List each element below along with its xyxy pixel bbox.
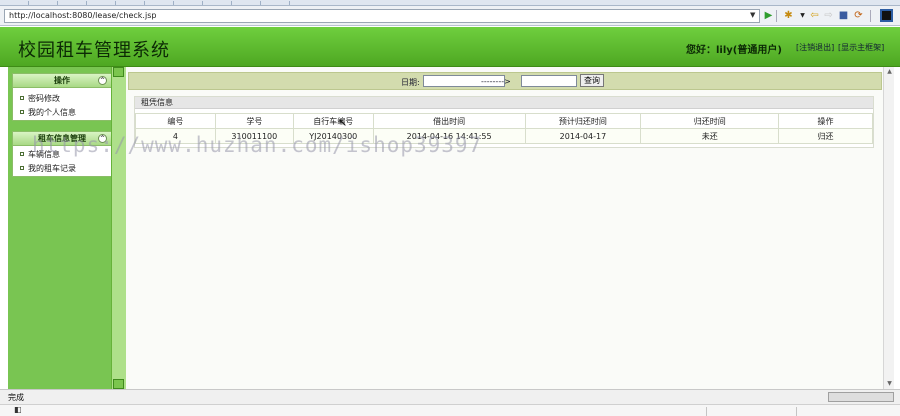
column-header: 预计归还时间 [524, 113, 642, 129]
back-icon[interactable]: ⇦ [809, 10, 820, 21]
splitter-handle-top[interactable] [113, 67, 124, 77]
status-icon: ◧ [14, 405, 22, 414]
return-action-link[interactable]: 归还 [778, 128, 873, 144]
sidebar-item-my-info[interactable]: 我的个人信息 [13, 106, 111, 120]
sidebar-item-my-rentals[interactable]: 我的租车记录 [13, 162, 111, 176]
system-title: 校园租车管理系统 [18, 40, 170, 61]
scroll-down-icon[interactable]: ▼ [884, 379, 895, 389]
column-header: 借出时间 [372, 113, 526, 129]
table-header-row: 编号 学号 自行车编号 借出时间 预计归还时间 归还时间 操作 [135, 113, 873, 129]
section-title: 操作 [54, 76, 70, 85]
stop-icon[interactable]: ■ [838, 10, 849, 21]
browser-window: http://localhost:8080/lease/check.jsp ▼ … [0, 0, 900, 416]
sidebar-item-label: 我的个人信息 [28, 108, 76, 117]
date-label: 日期: [401, 78, 420, 87]
url-input[interactable]: http://localhost:8080/lease/check.jsp [4, 9, 760, 23]
end-date-input[interactable] [521, 75, 577, 87]
progress-bar [828, 392, 894, 402]
toolbar-separator [870, 10, 871, 22]
sidebar: 操作 ^ 密码修改 我的个人信息 租车信息管理 ^ 车辆信息 我的租车记录 [8, 67, 126, 389]
watermark-text: https://www.huzhan.com/ishop39397 [32, 133, 483, 157]
scroll-up-icon[interactable]: ▲ [884, 67, 895, 77]
sidebar-item-change-password[interactable]: 密码修改 [13, 92, 111, 106]
date-range-separator: --------> [481, 77, 511, 86]
user-greeting: 您好：lily(普通用户) [686, 41, 782, 56]
records-caption: 租凭信息 [135, 97, 873, 109]
search-button[interactable]: 查询 [580, 74, 604, 87]
sidebar-splitter[interactable] [111, 67, 126, 389]
sidebar-item-label: 密码修改 [28, 94, 60, 103]
address-bar: http://localhost:8080/lease/check.jsp ▼ … [0, 6, 900, 26]
column-header: 归还时间 [640, 113, 780, 129]
cell-return-status: 未还 [640, 128, 780, 144]
status-divider [796, 407, 797, 416]
splitter-handle-bottom[interactable] [113, 379, 124, 389]
user-name: lily(普通用户) [716, 45, 782, 56]
sidebar-section-operations: 操作 ^ 密码修改 我的个人信息 [12, 73, 112, 121]
column-header: 学号 [214, 113, 294, 129]
forward-icon[interactable]: ⇨ [823, 10, 834, 21]
vertical-scrollbar[interactable]: ▲ ▼ [883, 67, 894, 389]
toolbar-separator [776, 10, 777, 22]
bullet-icon [20, 166, 24, 170]
column-header: 操作 [778, 113, 873, 129]
console-icon[interactable] [880, 9, 893, 22]
sidebar-item-label: 我的租车记录 [28, 164, 76, 173]
show-main-frame-link[interactable]: [显示主框架] [838, 42, 884, 53]
collapse-icon[interactable]: ^ [98, 76, 107, 85]
greeting-prefix: 您好： [686, 45, 716, 56]
cell-due-date: 2014-04-17 [524, 128, 642, 144]
column-header: 编号 [135, 113, 216, 129]
bullet-icon [20, 96, 24, 100]
refresh-icon[interactable]: ⟳ [853, 10, 864, 21]
go-icon[interactable]: ▶ [763, 10, 774, 21]
logout-link[interactable]: [注销退出] [796, 42, 834, 53]
column-header: 自行车编号 [292, 113, 374, 129]
status-bar: 完成 [0, 389, 900, 404]
tools-icon[interactable]: ✱ [783, 10, 794, 21]
mouse-cursor-icon: ↖ [338, 116, 348, 129]
status-text: 完成 [8, 393, 24, 402]
bullet-icon [20, 110, 24, 114]
status-divider [706, 407, 707, 416]
tools-dropdown-icon[interactable]: ▼ [797, 10, 808, 21]
search-bar: 日期: --------> [128, 72, 882, 90]
ide-status-bar: ◧ [0, 404, 900, 416]
url-dropdown-icon[interactable]: ▼ [750, 11, 755, 19]
page-header: 校园租车管理系统 您好：lily(普通用户) [注销退出] [显示主框架] [0, 27, 900, 67]
sidebar-section-header[interactable]: 操作 ^ [13, 74, 111, 88]
bullet-icon [20, 152, 24, 156]
